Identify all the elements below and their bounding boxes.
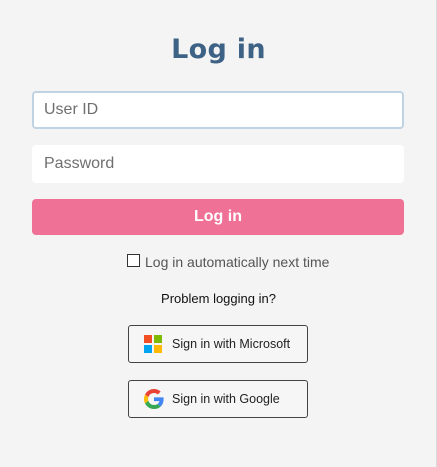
remember-me-checkbox[interactable] bbox=[127, 254, 140, 267]
google-logo-icon bbox=[144, 389, 164, 409]
microsoft-logo-icon bbox=[144, 335, 162, 353]
login-button[interactable]: Log in bbox=[32, 199, 404, 235]
remember-me-label[interactable]: Log in automatically next time bbox=[145, 254, 329, 270]
problem-logging-in-link[interactable]: Problem logging in? bbox=[0, 291, 437, 306]
remember-me-row[interactable]: Log in automatically next time bbox=[127, 253, 329, 271]
sign-in-google-button[interactable]: Sign in with Google bbox=[128, 380, 308, 418]
sign-in-microsoft-label: Sign in with Microsoft bbox=[172, 337, 291, 351]
sign-in-google-label: Sign in with Google bbox=[172, 392, 280, 406]
page-title: Log in bbox=[171, 34, 266, 65]
password-input[interactable] bbox=[32, 145, 404, 183]
sign-in-microsoft-button[interactable]: Sign in with Microsoft bbox=[128, 325, 308, 363]
user-id-input[interactable] bbox=[32, 91, 404, 129]
